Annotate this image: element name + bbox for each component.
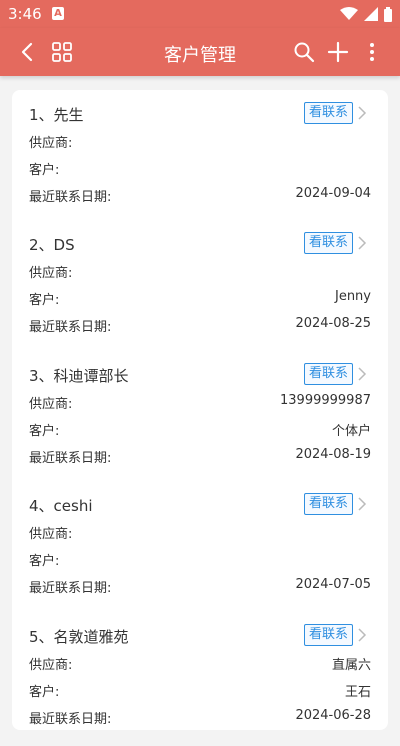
customer-name: 4、ceshi xyxy=(29,497,93,515)
supplier-row: 供应商: xyxy=(29,262,371,281)
battery-icon xyxy=(384,6,392,22)
search-icon[interactable] xyxy=(292,40,316,64)
add-icon[interactable] xyxy=(326,40,350,64)
last-contact-label: 最近联系日期: xyxy=(29,320,112,335)
customer-name: 5、名敦道雅苑 xyxy=(29,628,129,646)
status-time: 3:46 xyxy=(8,5,42,23)
customer-row: 客户: xyxy=(29,550,371,569)
customer-list: 1、先生 看联系 供应商: 客户: 最近联系日期: 2024-09-04 2、DS… xyxy=(12,90,388,730)
last-contact-label: 最近联系日期: xyxy=(29,190,112,205)
supplier-label: 供应商: xyxy=(29,266,73,281)
supplier-row: 供应商: xyxy=(29,523,371,542)
supplier-row: 供应商: 直属六 xyxy=(29,654,371,673)
last-contact-row: 最近联系日期: 2024-07-05 xyxy=(29,577,371,596)
app-notification-icon: A xyxy=(52,7,64,20)
chevron-right-icon xyxy=(358,106,367,120)
status-bar: 3:46 A xyxy=(0,0,400,28)
customer-item[interactable]: 4、ceshi 看联系 供应商: 客户: 最近联系日期: 2024-07-05 xyxy=(12,493,388,615)
customer-label: 客户: xyxy=(29,424,60,439)
chevron-right-icon xyxy=(358,236,367,250)
customer-row: 客户: 个体户 xyxy=(29,420,371,439)
view-contact-button[interactable]: 看联系 xyxy=(304,232,353,254)
chevron-right-icon xyxy=(358,628,367,642)
last-contact-label: 最近联系日期: xyxy=(29,581,112,596)
view-contact-button[interactable]: 看联系 xyxy=(304,363,353,385)
wifi-icon xyxy=(340,7,358,20)
customer-name: 1、先生 xyxy=(29,106,84,124)
customer-name: 3、科迪谭部长 xyxy=(29,367,129,385)
supplier-value: 直属六 xyxy=(331,658,371,673)
customer-item[interactable]: 1、先生 看联系 供应商: 客户: 最近联系日期: 2024-09-04 xyxy=(12,102,388,224)
last-contact-date: 2024-07-05 xyxy=(295,577,371,592)
supplier-label: 供应商: xyxy=(29,658,73,673)
last-contact-row: 最近联系日期: 2024-08-19 xyxy=(29,447,371,466)
customer-label: 客户: xyxy=(29,554,60,569)
system-icons xyxy=(340,6,392,22)
last-contact-row: 最近联系日期: 2024-08-25 xyxy=(29,316,371,335)
customer-row: 客户: xyxy=(29,159,371,178)
customer-row: 客户: Jenny xyxy=(29,289,371,308)
view-contact-button[interactable]: 看联系 xyxy=(304,624,353,646)
chevron-right-icon xyxy=(358,497,367,511)
supplier-label: 供应商: xyxy=(29,136,73,151)
more-vert-icon[interactable] xyxy=(360,40,384,64)
last-contact-date: 2024-06-28 xyxy=(295,708,371,723)
last-contact-label: 最近联系日期: xyxy=(29,451,112,466)
app-bar: 客户管理 xyxy=(0,28,400,76)
app-badge-letter: A xyxy=(54,8,62,19)
last-contact-label: 最近联系日期: xyxy=(29,712,112,727)
supplier-value: 13999999987 xyxy=(280,393,371,408)
view-contact-button[interactable]: 看联系 xyxy=(304,493,353,515)
supplier-label: 供应商: xyxy=(29,397,73,412)
last-contact-date: 2024-08-25 xyxy=(295,316,371,331)
customer-value: 王石 xyxy=(344,685,371,700)
last-contact-row: 最近联系日期: 2024-09-04 xyxy=(29,186,371,205)
supplier-label: 供应商: xyxy=(29,527,73,542)
customer-item[interactable]: 5、名敦道雅苑 看联系 供应商: 直属六 客户: 王石 最近联系日期: 2024-06… xyxy=(12,624,388,746)
view-contact-button[interactable]: 看联系 xyxy=(304,102,353,124)
customer-value: Jenny xyxy=(334,289,371,304)
last-contact-date: 2024-08-19 xyxy=(295,447,371,462)
customer-name: 2、DS xyxy=(29,236,75,254)
customer-label: 客户: xyxy=(29,163,60,178)
customer-item[interactable]: 3、科迪谭部长 看联系 供应商: 13999999987 客户: 个体户 最近联系日… xyxy=(12,363,388,485)
customer-label: 客户: xyxy=(29,685,60,700)
customer-value: 个体户 xyxy=(331,424,371,439)
supplier-row: 供应商: xyxy=(29,132,371,151)
supplier-row: 供应商: 13999999987 xyxy=(29,393,371,412)
customer-label: 客户: xyxy=(29,293,60,308)
last-contact-row: 最近联系日期: 2024-06-28 xyxy=(29,708,371,727)
customer-item[interactable]: 2、DS 看联系 供应商: 客户: Jenny 最近联系日期: 2024-08-25 xyxy=(12,232,388,354)
chevron-right-icon xyxy=(358,367,367,381)
last-contact-date: 2024-09-04 xyxy=(295,186,371,201)
signal-icon xyxy=(364,7,378,21)
customer-row: 客户: 王石 xyxy=(29,681,371,700)
